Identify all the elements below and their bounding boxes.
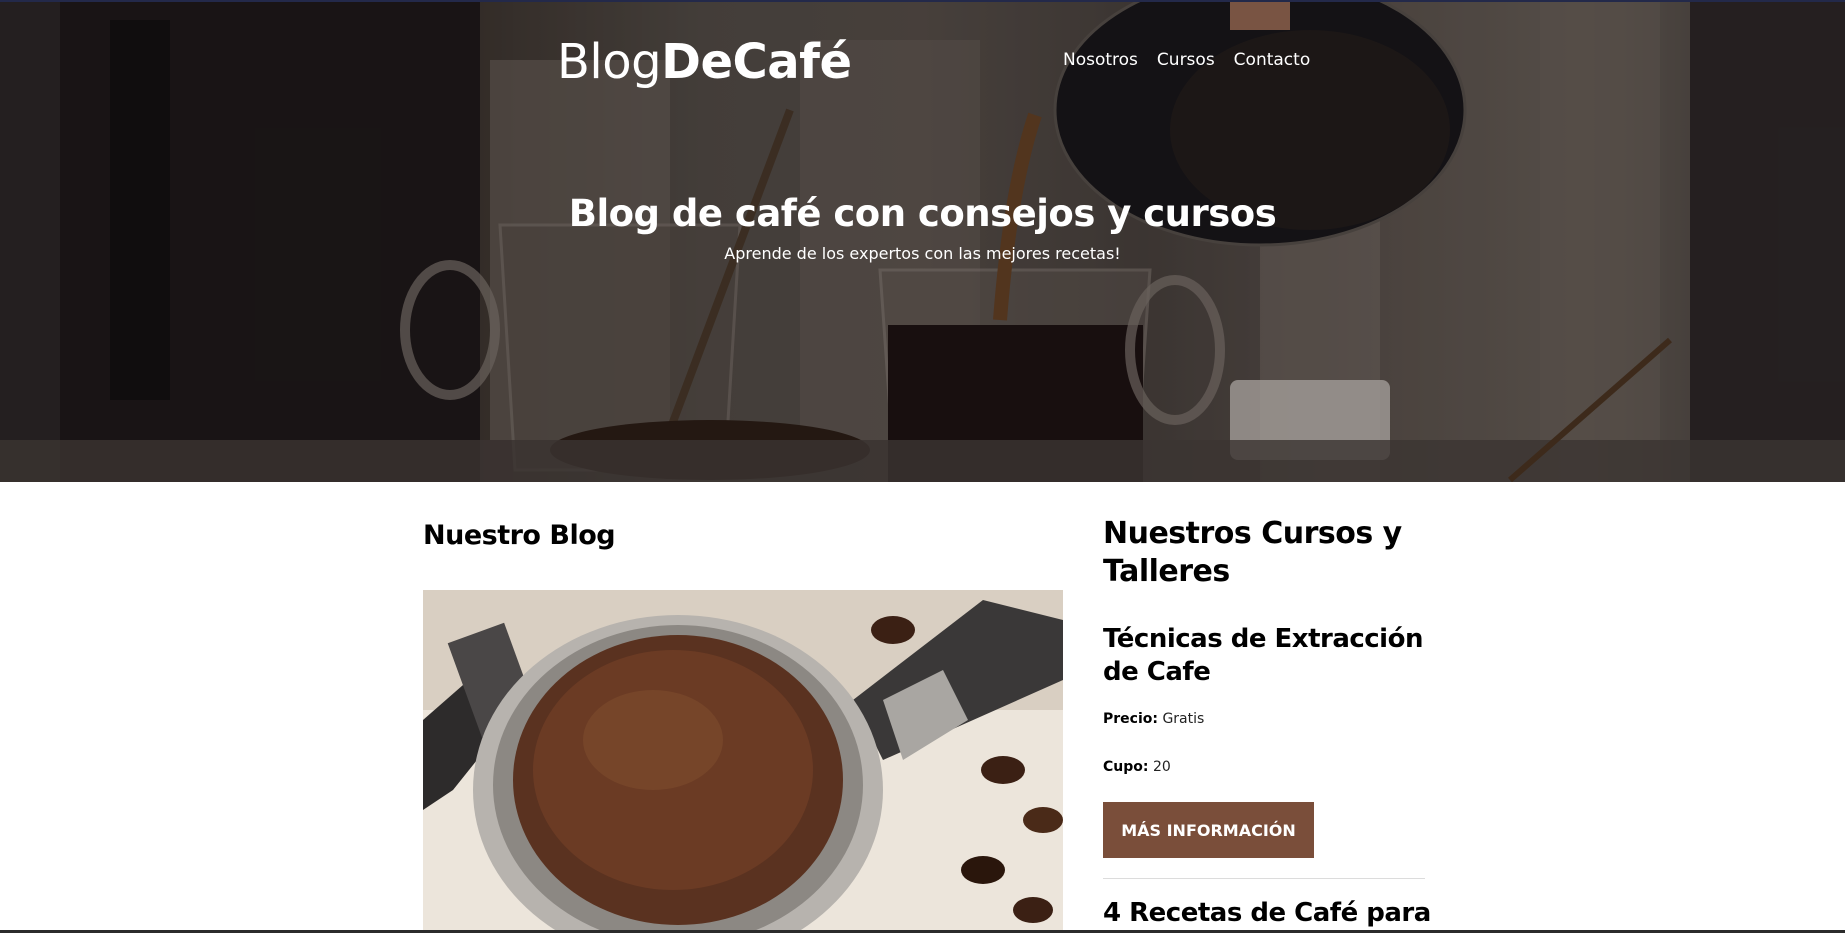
course-quota-label: Cupo: xyxy=(1103,759,1149,775)
hero-overlay xyxy=(0,0,1845,482)
hero-title: Blog de café con consejos y cursos xyxy=(568,192,1277,235)
main-nav: Nosotros Cursos Contacto xyxy=(1063,50,1310,70)
blog-section-title: Nuestro Blog xyxy=(423,520,616,551)
course-price-value: Gratis xyxy=(1162,711,1205,727)
course-price: Precio: Gratis xyxy=(1103,711,1204,727)
nav-link-contacto[interactable]: Contacto xyxy=(1234,50,1311,70)
course-title-2: 4 Recetas de Café para xyxy=(1103,898,1431,928)
course-price-label: Precio: xyxy=(1103,711,1158,727)
course-quota: Cupo: 20 xyxy=(1103,759,1171,775)
courses-section-title: Nuestros Cursos y Talleres xyxy=(1103,516,1402,589)
blog-post-image[interactable] xyxy=(423,590,1063,933)
logo-light-text: Blog xyxy=(557,34,662,90)
hero-header: BlogDeCafé Nosotros Cursos Contacto Blog… xyxy=(0,0,1845,482)
site-logo[interactable]: BlogDeCafé xyxy=(557,34,852,90)
nav-link-cursos[interactable]: Cursos xyxy=(1157,50,1215,70)
logo-bold-text: DeCafé xyxy=(661,34,852,90)
portafilter-coffee-image xyxy=(423,590,1063,933)
course-divider xyxy=(1103,878,1425,879)
courses-sidebar: Nuestros Cursos y Talleres Técnicas de E… xyxy=(1103,515,1431,928)
hero-subtitle: Aprende de los expertos con las mejores … xyxy=(724,244,1121,263)
course-title: Técnicas de Extracción de Cafe xyxy=(1103,624,1423,687)
top-border xyxy=(0,0,1845,2)
more-info-button[interactable]: Más Información xyxy=(1103,802,1314,858)
course-quota-value: 20 xyxy=(1152,759,1171,775)
nav-link-nosotros[interactable]: Nosotros xyxy=(1063,50,1138,70)
